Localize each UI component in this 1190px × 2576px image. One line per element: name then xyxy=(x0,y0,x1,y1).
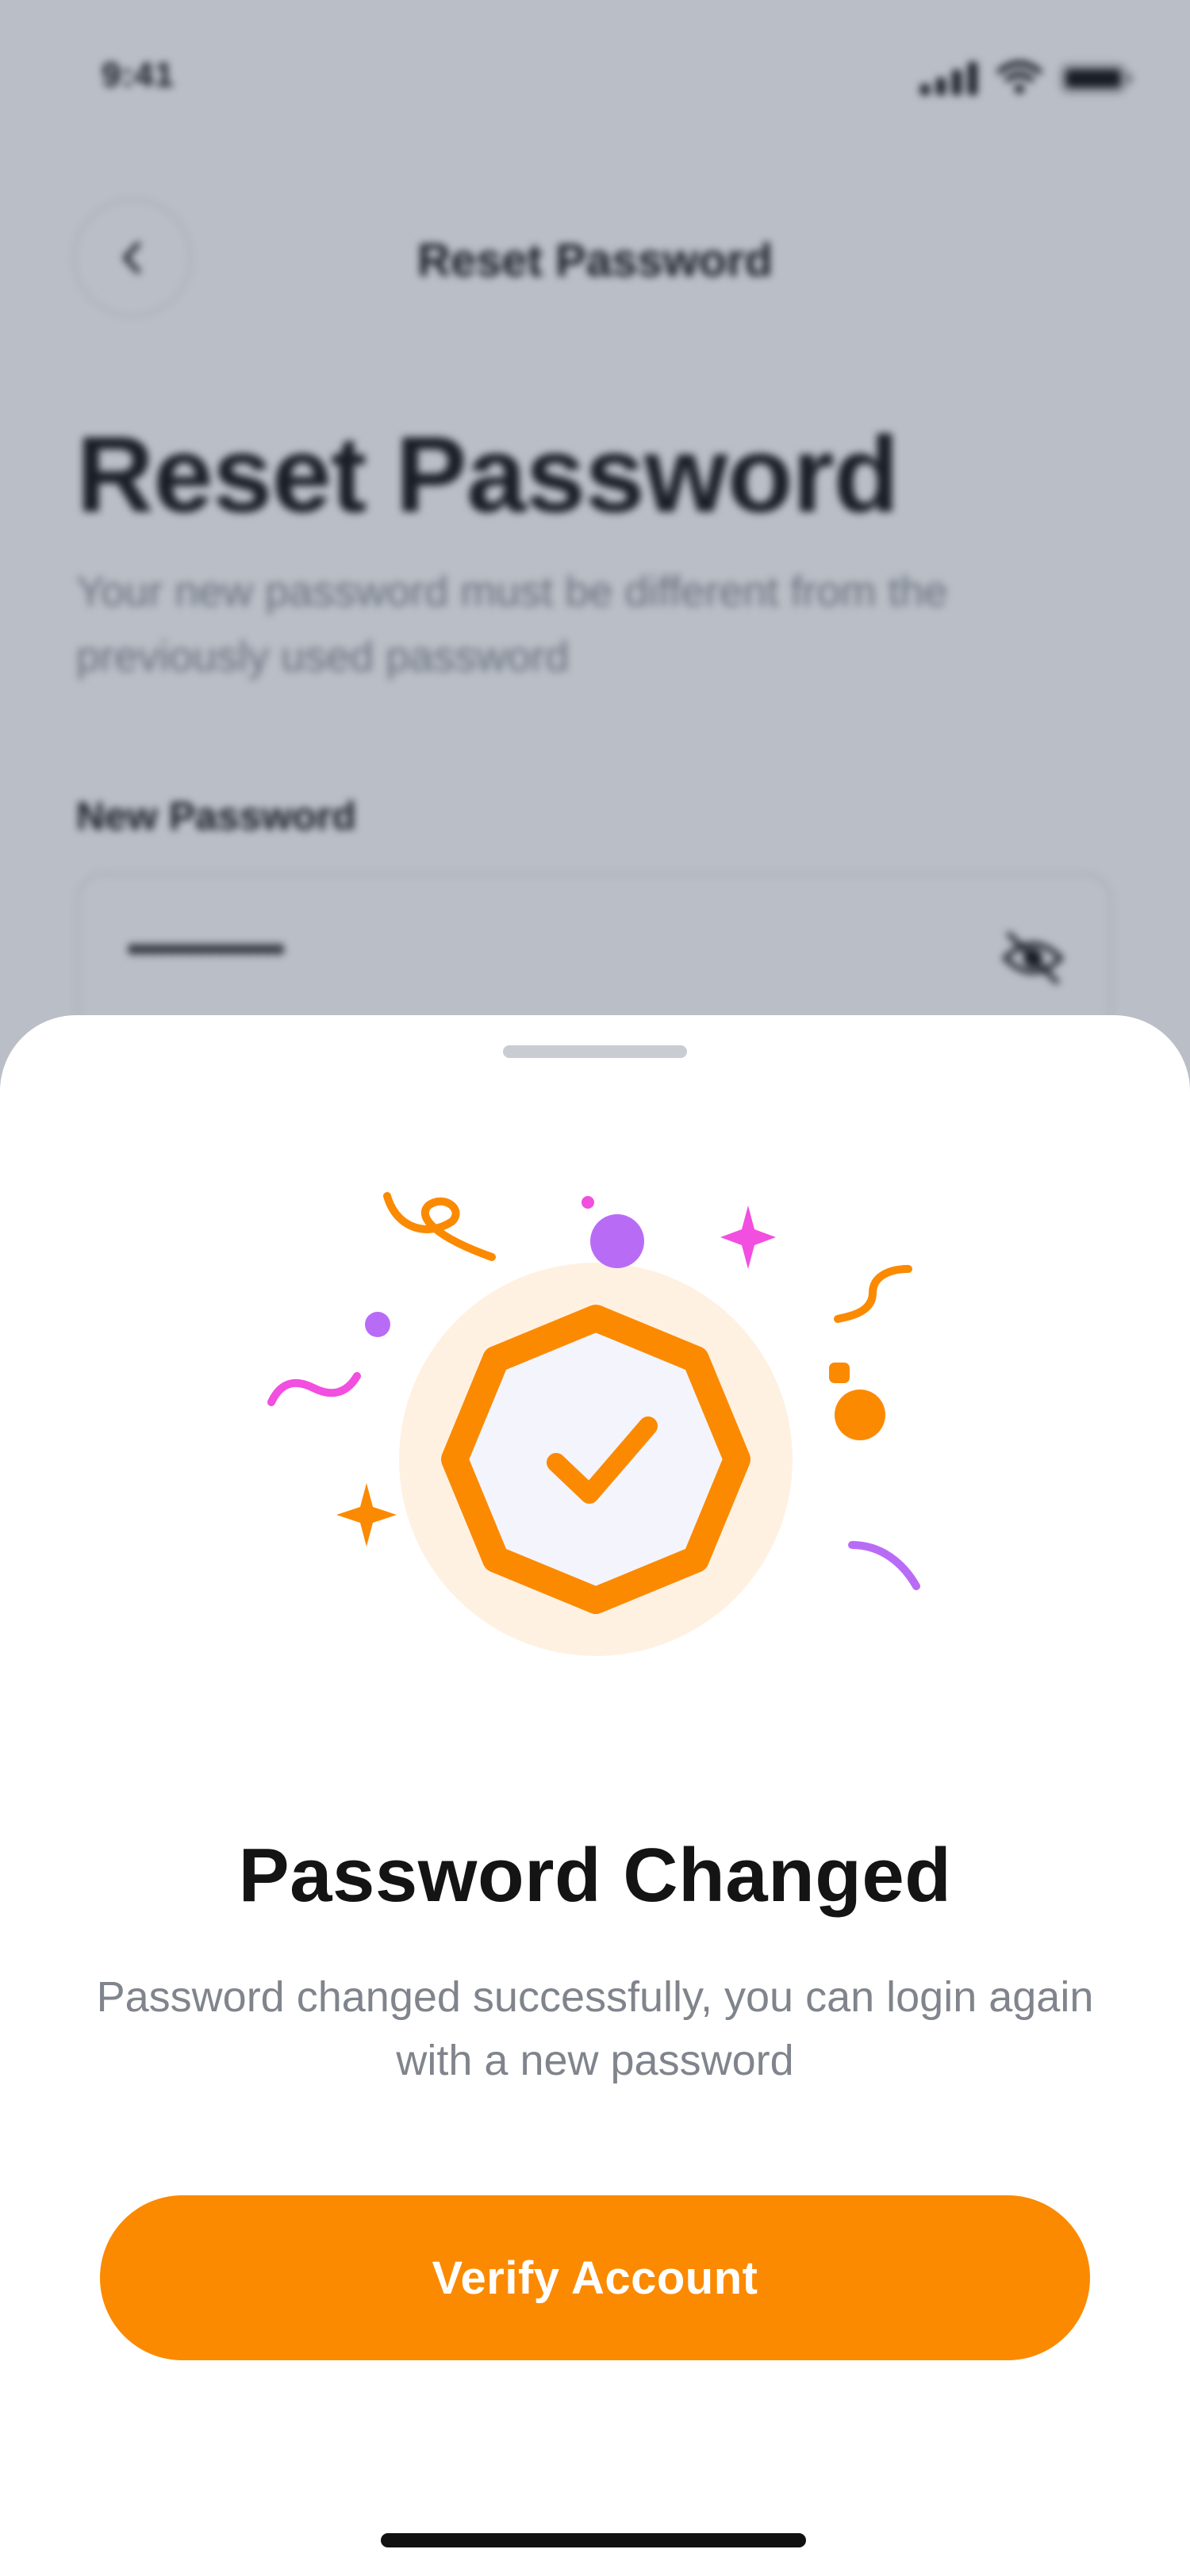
confetti-squiggle-orange xyxy=(834,1265,912,1323)
bottom-sheet: Password Changed Password changed succes… xyxy=(0,1015,1190,2576)
sheet-title: Password Changed xyxy=(238,1833,952,1918)
verify-account-button[interactable]: Verify Account xyxy=(100,2195,1090,2360)
confetti-arc-purple xyxy=(848,1541,920,1590)
sheet-message: Password changed successfully, you can l… xyxy=(96,1973,1094,2084)
drag-handle[interactable] xyxy=(503,1045,687,1058)
confetti-wave-pink xyxy=(267,1372,361,1406)
home-indicator xyxy=(381,2533,806,2547)
confetti-dot-large xyxy=(590,1214,644,1268)
confetti-dot-small xyxy=(582,1196,594,1209)
confetti-dot-purple xyxy=(365,1312,390,1337)
sparkle-orange-icon xyxy=(336,1483,397,1547)
success-illustration xyxy=(267,1192,920,1656)
confetti-loop-icon xyxy=(383,1192,496,1261)
verified-badge-icon xyxy=(441,1305,750,1614)
confetti-square xyxy=(829,1363,850,1383)
confetti-dot-orange xyxy=(835,1390,885,1440)
screen: 9:41 Reset Password Reset Password Your … xyxy=(0,0,1190,2576)
sparkle-pink-icon xyxy=(720,1206,776,1269)
